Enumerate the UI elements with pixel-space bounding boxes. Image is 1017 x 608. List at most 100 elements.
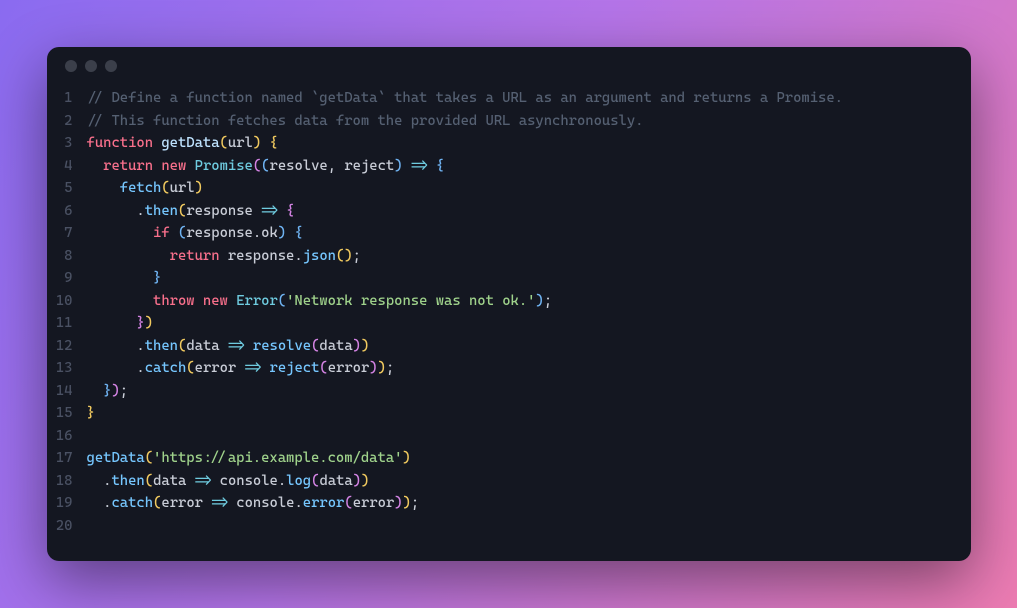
token-plain — [261, 360, 269, 376]
token-plain — [87, 180, 120, 196]
token-paren2: ( — [319, 360, 327, 376]
code-content[interactable]: .then(response => { — [87, 200, 295, 223]
token-ident: response — [228, 248, 295, 264]
traffic-light-minimize-icon[interactable] — [85, 60, 97, 72]
code-line[interactable]: 12 .then(data => resolve(data)) — [55, 335, 951, 358]
token-op: => — [411, 158, 428, 174]
code-content[interactable]: } — [87, 267, 162, 290]
code-line[interactable]: 13 .catch(error => reject(error)); — [55, 357, 951, 380]
token-ident: data — [319, 338, 352, 354]
traffic-light-close-icon[interactable] — [65, 60, 77, 72]
code-content[interactable]: .then(data => console.log(data)) — [87, 470, 370, 493]
token-class: Promise — [195, 158, 253, 174]
line-number: 2 — [55, 110, 87, 133]
code-line[interactable]: 8 return response.json(); — [55, 245, 951, 268]
token-paren: ) — [402, 450, 410, 466]
token-keyword: throw — [153, 293, 195, 309]
code-content[interactable]: if (response.ok) { — [87, 222, 303, 245]
code-line[interactable]: 6 .then(response => { — [55, 200, 951, 223]
line-number: 9 — [55, 267, 87, 290]
token-plain — [236, 360, 244, 376]
token-plain — [186, 158, 194, 174]
line-number: 20 — [55, 515, 87, 538]
line-number: 14 — [55, 380, 87, 403]
code-line[interactable]: 15} — [55, 402, 951, 425]
token-paren: ) — [253, 135, 261, 151]
token-keyword: function — [87, 135, 154, 151]
code-content[interactable]: return new Promise((resolve, reject) => … — [87, 155, 445, 178]
code-line[interactable]: 5 fetch(url) — [55, 177, 951, 200]
code-content[interactable]: // This function fetches data from the p… — [87, 110, 644, 133]
token-paren2: ) — [353, 473, 361, 489]
code-content[interactable]: throw new Error('Network response was no… — [87, 290, 553, 313]
code-line[interactable]: 3function getData(url) { — [55, 132, 951, 155]
code-content[interactable]: }) — [87, 312, 154, 335]
code-content[interactable]: .catch(error => console.error(error)); — [87, 492, 420, 515]
token-paren: ( — [145, 473, 153, 489]
token-punct: , — [328, 158, 336, 174]
token-paren3: ( — [278, 293, 286, 309]
token-func: resolve — [253, 338, 311, 354]
code-line[interactable]: 19 .catch(error => console.error(error))… — [55, 492, 951, 515]
code-content[interactable]: } — [87, 402, 95, 425]
token-paren: ) — [378, 360, 386, 376]
token-plain — [253, 203, 261, 219]
code-content[interactable]: fetch(url) — [87, 177, 203, 200]
code-line[interactable]: 11 }) — [55, 312, 951, 335]
code-content[interactable]: }); — [87, 380, 129, 403]
code-line[interactable]: 16 — [55, 425, 951, 448]
code-content[interactable]: // Define a function named `getData` tha… — [87, 87, 843, 110]
token-plain — [211, 473, 219, 489]
code-line[interactable]: 14 }); — [55, 380, 951, 403]
traffic-light-zoom-icon[interactable] — [105, 60, 117, 72]
token-func: json — [303, 248, 336, 264]
line-number: 3 — [55, 132, 87, 155]
token-paren: } — [87, 405, 95, 421]
code-line[interactable]: 9 } — [55, 267, 951, 290]
token-func: reject — [270, 360, 320, 376]
token-ident: error — [328, 360, 370, 376]
code-content[interactable]: return response.json(); — [87, 245, 361, 268]
token-paren: ( — [220, 135, 228, 151]
code-editor[interactable]: 1// Define a function named `getData` th… — [47, 85, 971, 561]
token-op: => — [195, 473, 212, 489]
token-op: => — [211, 495, 228, 511]
token-ident: data — [319, 473, 352, 489]
code-line[interactable]: 7 if (response.ok) { — [55, 222, 951, 245]
token-punct: . — [136, 203, 144, 219]
token-punct: ; — [386, 360, 394, 376]
token-punct: . — [136, 360, 144, 376]
token-plain — [87, 338, 137, 354]
token-ident: console — [236, 495, 294, 511]
token-ident: url — [170, 180, 195, 196]
code-line[interactable]: 18 .then(data => console.log(data)) — [55, 470, 951, 493]
token-ident: error — [353, 495, 395, 511]
code-content[interactable]: .catch(error => reject(error)); — [87, 357, 395, 380]
code-line[interactable]: 20 — [55, 515, 951, 538]
token-paren3: ) — [536, 293, 544, 309]
token-ident: error — [195, 360, 237, 376]
token-func: catch — [145, 360, 187, 376]
token-keyword: return — [170, 248, 220, 264]
token-plain — [278, 203, 286, 219]
token-string: 'https://api.example.com/data' — [153, 450, 402, 466]
code-line[interactable]: 17getData('https://api.example.com/data'… — [55, 447, 951, 470]
token-paren: ( — [186, 360, 194, 376]
code-content[interactable]: function getData(url) { — [87, 132, 278, 155]
code-line[interactable]: 1// Define a function named `getData` th… — [55, 87, 951, 110]
code-line[interactable]: 10 throw new Error('Network response was… — [55, 290, 951, 313]
token-plain — [195, 293, 203, 309]
token-plain — [87, 360, 137, 376]
line-number: 13 — [55, 357, 87, 380]
token-func: log — [286, 473, 311, 489]
token-punct: . — [253, 225, 261, 241]
token-paren: ) — [145, 315, 153, 331]
line-number: 8 — [55, 245, 87, 268]
token-func: getData — [87, 450, 145, 466]
code-content[interactable]: .then(data => resolve(data)) — [87, 335, 370, 358]
code-line[interactable]: 4 return new Promise((resolve, reject) =… — [55, 155, 951, 178]
code-content[interactable]: getData('https://api.example.com/data') — [87, 447, 411, 470]
token-plain — [245, 338, 253, 354]
token-op: => — [228, 338, 245, 354]
code-line[interactable]: 2// This function fetches data from the … — [55, 110, 951, 133]
